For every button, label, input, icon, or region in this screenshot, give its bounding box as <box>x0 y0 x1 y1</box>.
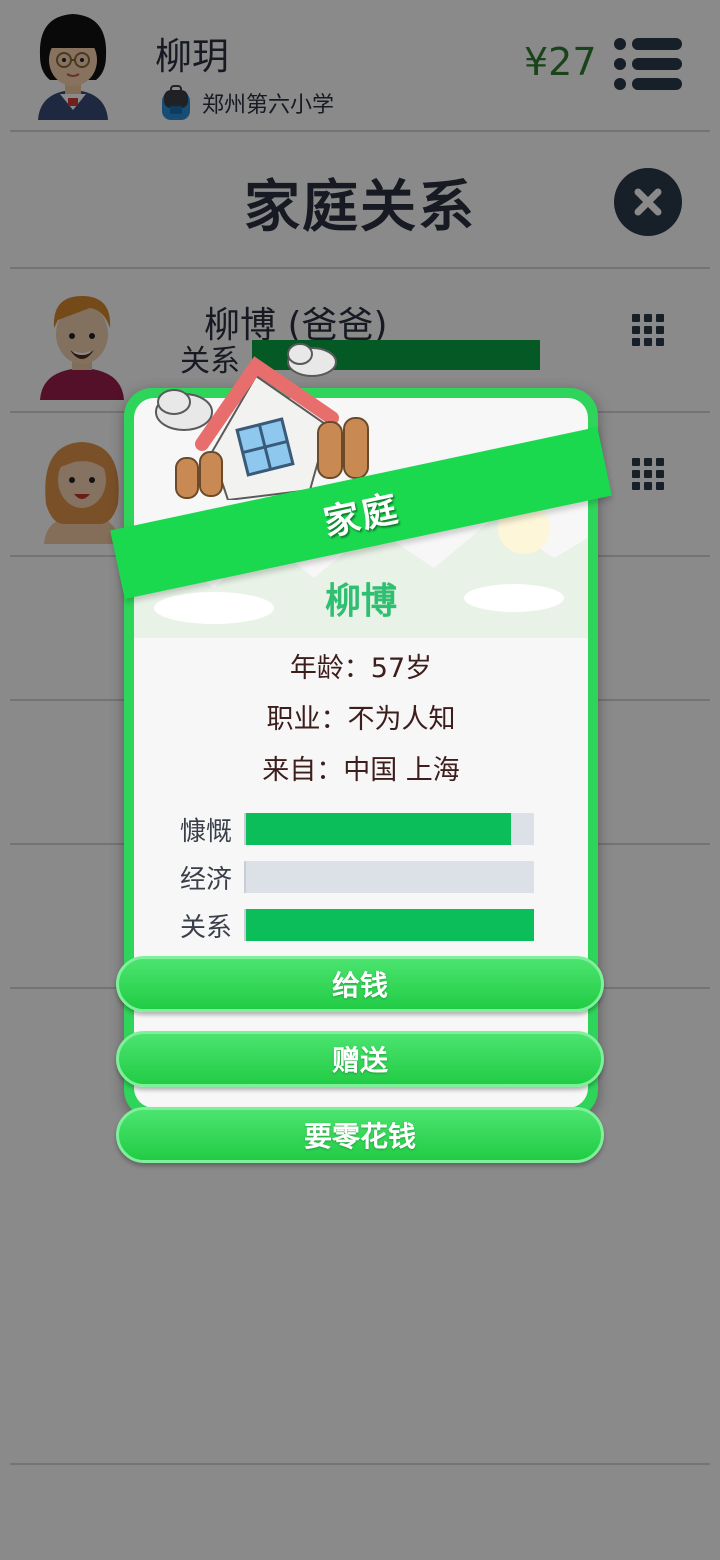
house-illustration <box>150 340 380 502</box>
ask-allowance-button[interactable]: 要零花钱 <box>116 1107 604 1163</box>
stat-label: 关系 <box>180 913 233 943</box>
stat-bar <box>244 909 534 941</box>
member-job: 职业：不为人知 <box>266 704 456 735</box>
give-money-label: 给钱 <box>331 969 388 1002</box>
stat-fill <box>246 813 511 845</box>
member-age: 年龄：57岁 <box>289 653 433 684</box>
stat-bar <box>244 861 534 893</box>
ask-allowance-label: 要零花钱 <box>303 1120 416 1153</box>
stat-relationship: 关系 <box>180 909 540 943</box>
stat-fill <box>246 909 534 941</box>
house-icon <box>155 343 369 502</box>
stat-bar <box>244 813 534 845</box>
gift-label: 赠送 <box>331 1044 388 1077</box>
stat-economy: 经济 <box>180 861 540 895</box>
category-label: 家庭 <box>320 488 404 545</box>
member-origin: 来自：中国 上海 <box>262 755 460 786</box>
stat-label: 慷慨 <box>180 817 233 847</box>
member-detail-name: 柳博 <box>324 581 397 622</box>
gift-button[interactable]: 赠送 <box>116 1031 604 1087</box>
stat-generosity: 慷慨 <box>180 813 540 847</box>
stat-label: 经济 <box>180 865 233 895</box>
give-money-button[interactable]: 给钱 <box>116 956 604 1012</box>
